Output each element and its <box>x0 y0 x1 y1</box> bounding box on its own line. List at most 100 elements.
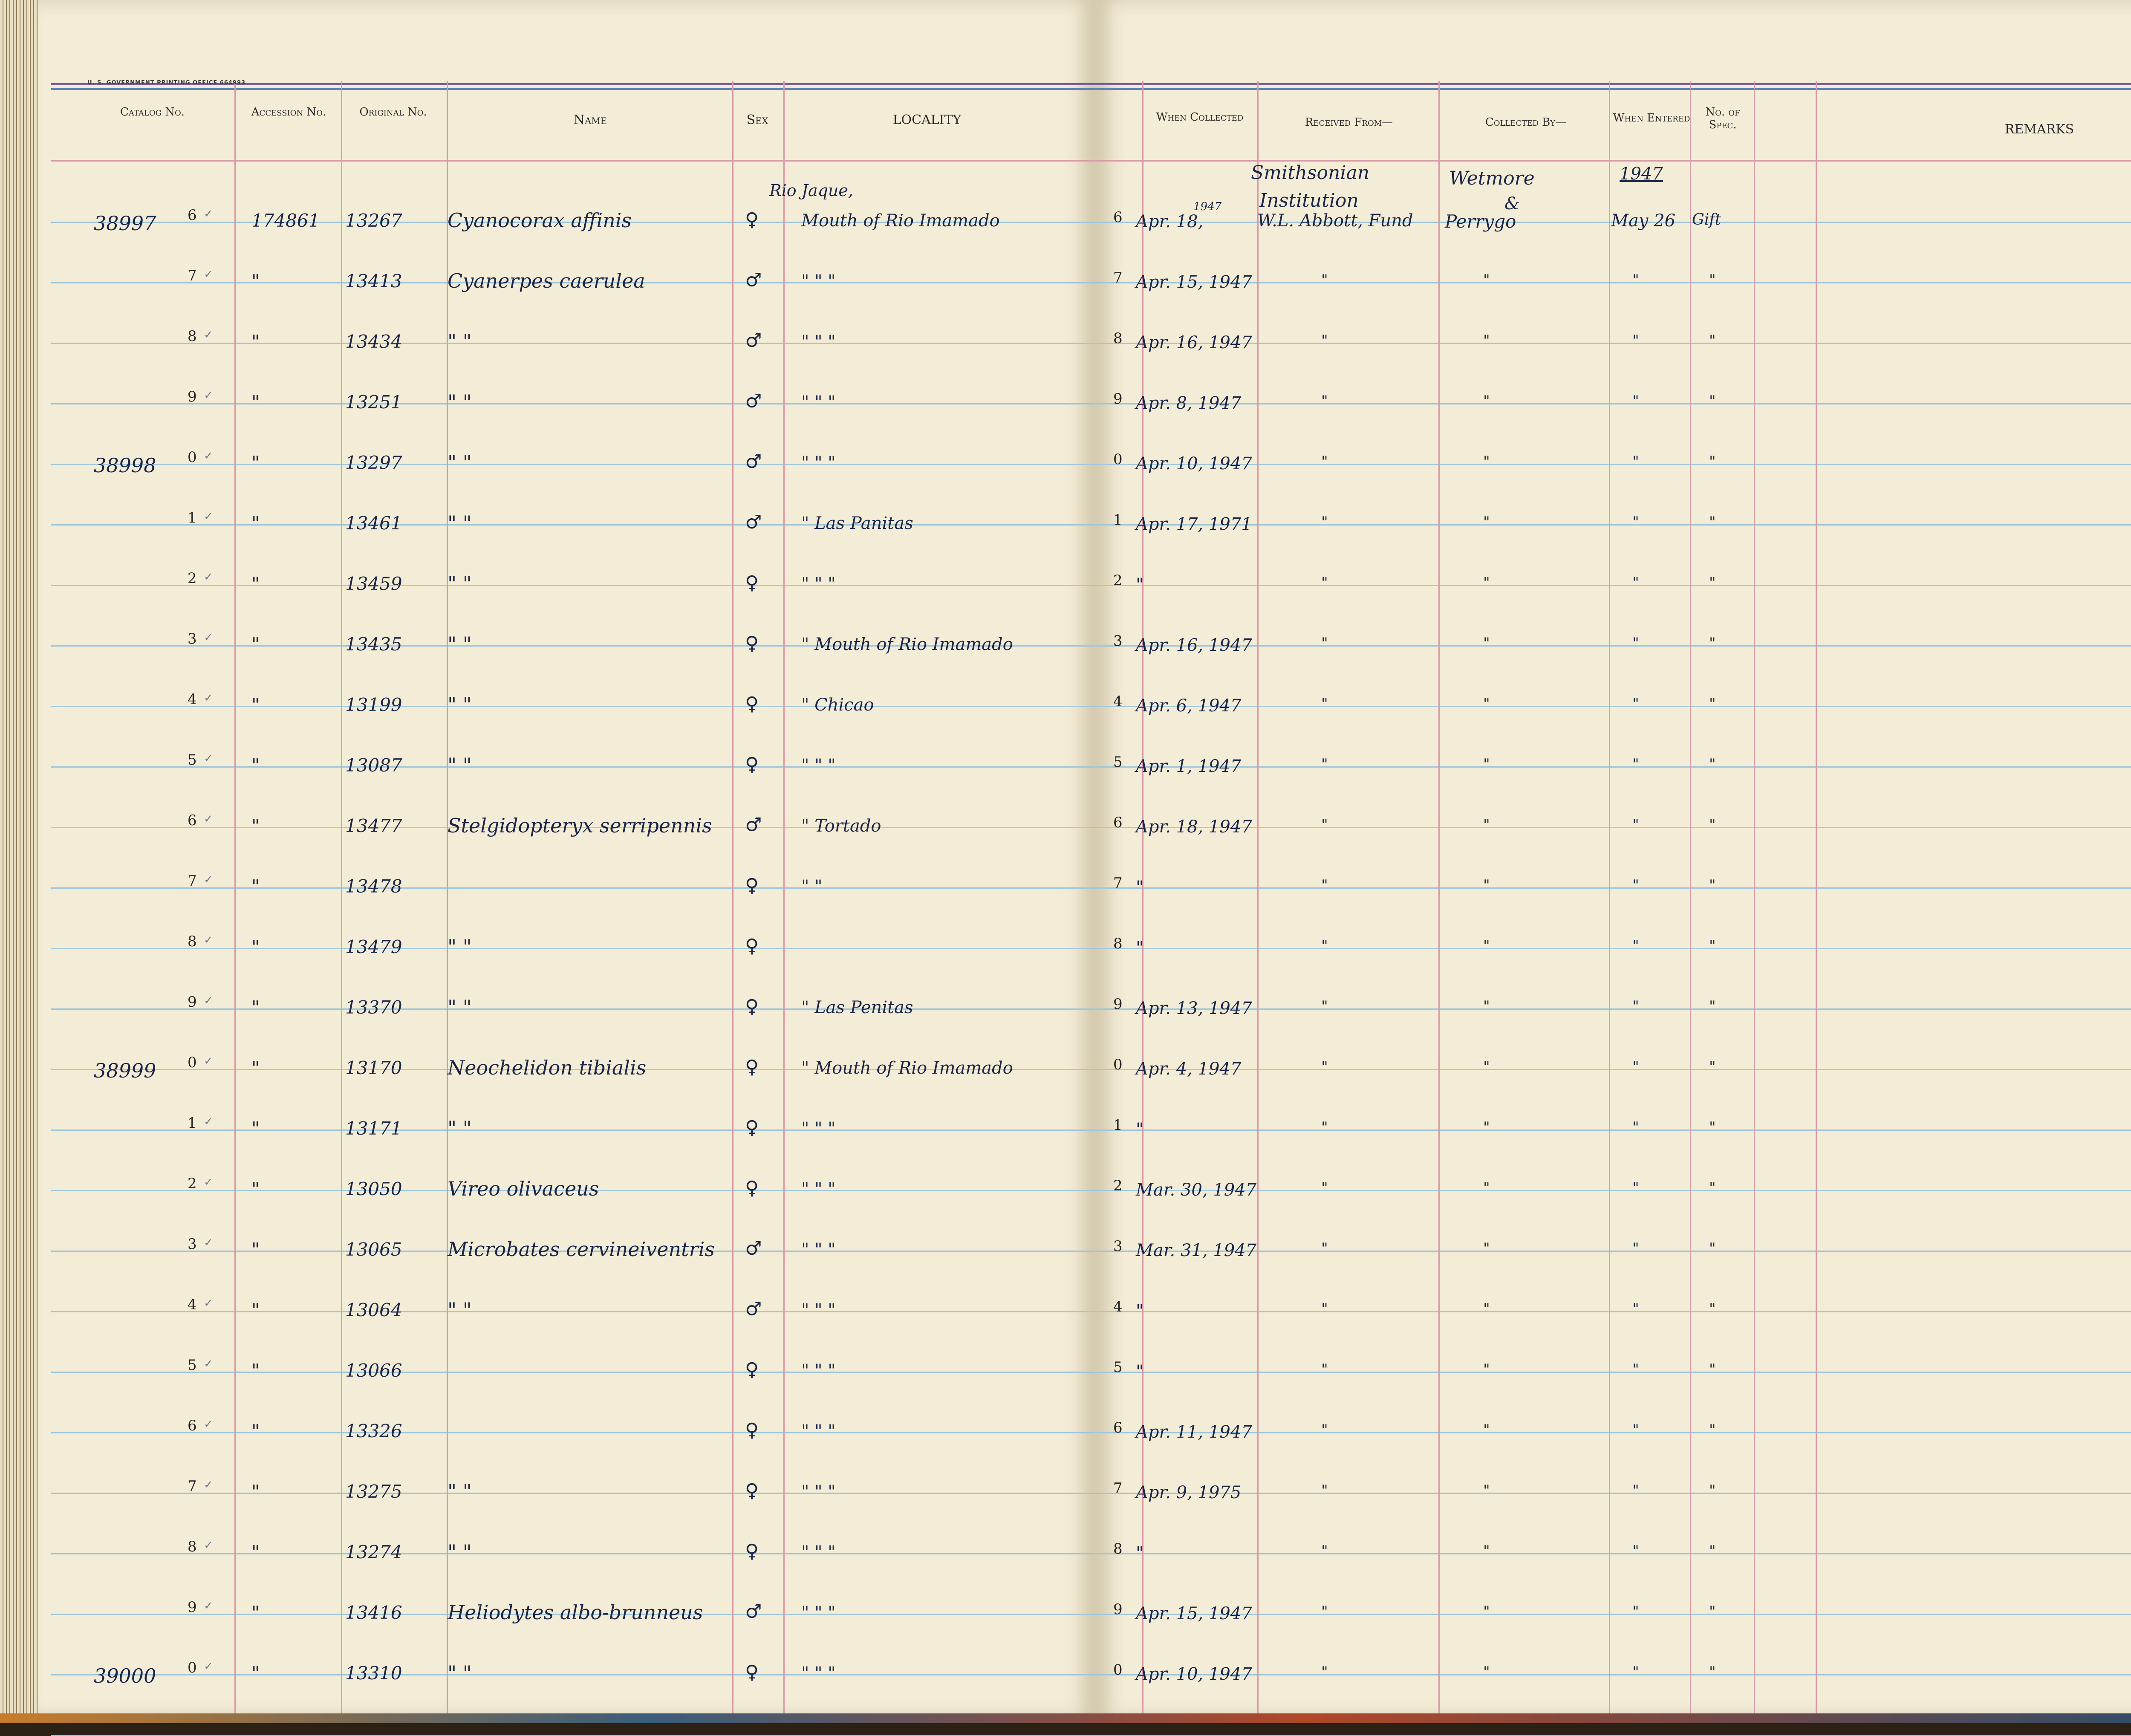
received-from: " <box>1321 937 1328 954</box>
locality-digit: 8 <box>1113 935 1123 952</box>
sex-symbol: ♀ <box>745 209 759 231</box>
received-from: " <box>1321 756 1328 773</box>
catalog-digit: 6 <box>188 812 197 829</box>
original-number: 13267 <box>345 210 402 231</box>
collected-by: " <box>1483 1300 1490 1317</box>
locality-digit: 0 <box>1113 1661 1123 1678</box>
locality-text: " " " <box>801 453 836 473</box>
species-name: " " <box>448 1540 472 1563</box>
locality-text: " " " <box>801 756 836 775</box>
date-collected: " <box>1136 1120 1144 1139</box>
number-of-specimens: " <box>1709 937 1716 954</box>
header-accession: Accession No. <box>251 106 326 118</box>
check-mark: ✓ <box>204 873 213 886</box>
locality-digit: 5 <box>1113 1359 1123 1376</box>
original-number: 13171 <box>345 1118 402 1139</box>
locality-text: " Mouth of Rio Imamado <box>801 635 1013 654</box>
locality-text: " " " <box>801 1482 836 1502</box>
locality-text: " " " <box>801 1240 836 1259</box>
sex-symbol: ♀ <box>745 1480 759 1502</box>
sex-symbol: ♀ <box>745 1056 759 1078</box>
check-mark: ✓ <box>204 631 213 644</box>
column-rule <box>1754 81 1755 1713</box>
sex-symbol: ♀ <box>745 693 759 715</box>
original-number: 13435 <box>345 634 402 655</box>
collected-by: Perrygo <box>1445 211 1516 232</box>
locality-text: " " " <box>801 1542 836 1562</box>
header-rule-top <box>51 83 2131 85</box>
check-mark: ✓ <box>204 1297 213 1310</box>
date-collected: Apr. 10, 1947 <box>1136 454 1252 474</box>
received-from: " <box>1321 332 1328 349</box>
locality-digit: 1 <box>1113 1117 1123 1134</box>
catalog-digit: 8 <box>188 933 197 950</box>
date-entered: " <box>1632 1300 1639 1317</box>
date-entered: " <box>1632 393 1639 410</box>
original-number: 13274 <box>345 1542 402 1563</box>
column-rule <box>341 81 342 1713</box>
original-number: 13199 <box>345 694 402 715</box>
catalog-number: 39000 <box>94 1664 156 1687</box>
accession-number: " <box>251 331 260 352</box>
number-of-specimens: " <box>1709 695 1716 712</box>
species-name: " " <box>448 1298 472 1321</box>
check-mark: ✓ <box>204 268 213 281</box>
accession-number: " <box>251 634 260 655</box>
number-of-specimens: " <box>1709 816 1716 833</box>
number-of-specimens: " <box>1709 393 1716 410</box>
number-of-specimens: " <box>1709 1240 1716 1257</box>
sex-symbol: ♀ <box>745 1359 759 1381</box>
locality-text: " " " <box>801 574 836 594</box>
received-from: " <box>1321 1482 1328 1499</box>
received-from: " <box>1321 453 1328 470</box>
date-collected: Apr. 16, 1947 <box>1136 333 1252 352</box>
sex-symbol: ♂ <box>745 814 762 836</box>
date-entered: " <box>1632 1058 1639 1075</box>
number-of-specimens: " <box>1709 272 1716 289</box>
received-from: " <box>1321 635 1328 652</box>
species-name: " " <box>448 633 472 656</box>
date-collected: Apr. 16, 1947 <box>1136 635 1252 655</box>
locality-text: " " " <box>801 1119 836 1138</box>
received-from: " <box>1321 1300 1328 1317</box>
original-number: 13297 <box>345 452 402 473</box>
date-entered: " <box>1632 877 1639 894</box>
date-entered: " <box>1632 1240 1639 1257</box>
received-from: " <box>1321 1119 1328 1136</box>
check-mark: ✓ <box>204 1539 213 1552</box>
catalog-number: 38999 <box>94 1059 156 1082</box>
check-mark: ✓ <box>204 934 213 947</box>
catalog-digit: 3 <box>188 1236 197 1253</box>
species-name: " " <box>448 1480 472 1503</box>
collected-by: " <box>1483 453 1490 470</box>
number-of-specimens: " <box>1709 453 1716 470</box>
locality-digit: 0 <box>1113 451 1123 468</box>
locality-digit: 4 <box>1113 1298 1123 1315</box>
check-mark: ✓ <box>204 571 213 583</box>
date-collected: " <box>1136 1543 1144 1563</box>
received-from: " <box>1321 1603 1328 1620</box>
locality-digit: 5 <box>1113 754 1123 771</box>
received-from: " <box>1321 816 1328 833</box>
received-from: W.L. Abbott, Fund <box>1257 211 1413 231</box>
date-entered: " <box>1632 1542 1639 1560</box>
collected-by: " <box>1483 635 1490 652</box>
column-rule <box>1257 81 1259 1713</box>
number-of-specimens: " <box>1709 877 1716 894</box>
column-rule <box>1438 81 1440 1713</box>
catalog-digit: 0 <box>188 1054 197 1071</box>
number-of-specimens: " <box>1709 1542 1716 1560</box>
catalog-digit: 1 <box>188 1115 197 1132</box>
check-mark: ✓ <box>204 208 213 220</box>
catalog-digit: 7 <box>188 872 197 890</box>
sex-symbol: ♂ <box>745 1601 762 1623</box>
locality-digit: 7 <box>1113 1480 1123 1497</box>
date-entered: " <box>1632 272 1639 289</box>
locality-digit: 8 <box>1113 330 1123 347</box>
received-from: " <box>1321 272 1328 289</box>
number-of-specimens: " <box>1709 332 1716 349</box>
header-name: Name <box>573 113 607 127</box>
species-name: " " <box>448 451 472 474</box>
date-collected: Mar. 31, 1947 <box>1136 1241 1257 1260</box>
species-name: " " <box>448 330 472 353</box>
